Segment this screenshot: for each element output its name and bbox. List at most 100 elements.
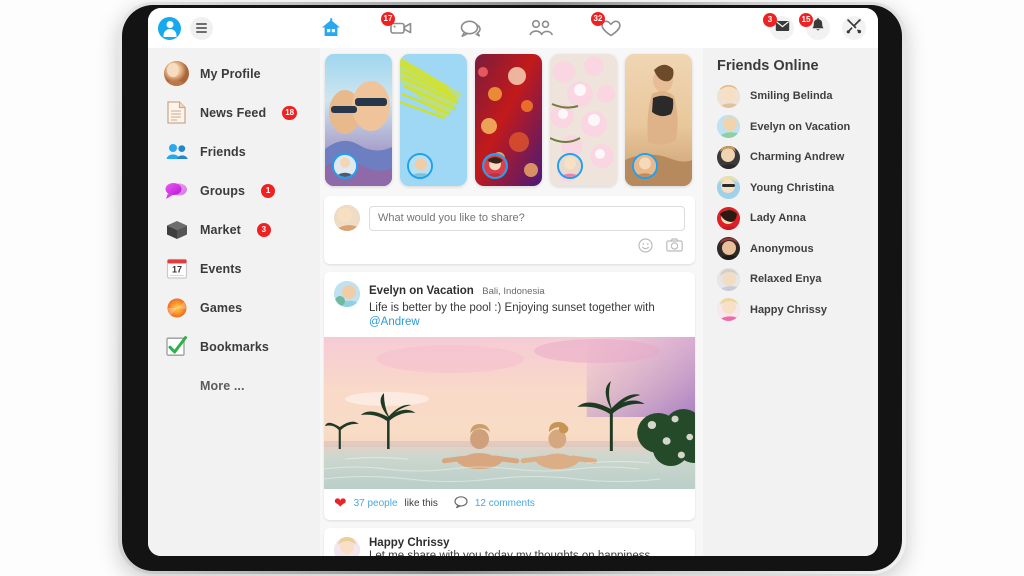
checkmark-icon (164, 334, 189, 359)
comment-bubble-icon[interactable] (454, 495, 468, 513)
mail-button[interactable]: 3 (763, 13, 794, 40)
post-body-text: Life is better by the pool :) Enjoying s… (369, 302, 655, 314)
avatar (717, 176, 740, 200)
post-author-avatar[interactable] (334, 281, 360, 307)
sidebar-label: Friends (200, 144, 246, 159)
story-card[interactable] (550, 54, 617, 186)
friend-name: Evelyn on Vacation (750, 120, 851, 133)
story-card[interactable] (400, 54, 467, 186)
sidebar-item-games[interactable]: Games (148, 288, 320, 327)
story-card[interactable] (325, 54, 392, 186)
friend-name: Anonymous (750, 242, 814, 255)
sidebar-item-events[interactable]: 17 Events (148, 249, 320, 288)
user-avatar-icon[interactable] (158, 16, 181, 40)
sidebar-label: Games (200, 300, 243, 315)
sidebar-item-more[interactable]: More ... (148, 366, 320, 405)
pinwheel-icon (164, 295, 189, 320)
share-input[interactable] (369, 205, 685, 231)
sidebar-item-my-profile[interactable]: My Profile (148, 54, 320, 93)
friend-list-item[interactable]: Anonymous (717, 234, 870, 265)
friend-list-item[interactable]: Young Christina (717, 173, 870, 204)
sidebar-item-bookmarks[interactable]: Bookmarks (148, 327, 320, 366)
friend-name: Happy Chrissy (750, 303, 828, 316)
topbar-action-icons: 3 15 (763, 13, 870, 40)
notifications-button[interactable]: 15 (799, 13, 830, 40)
sidebar-label: Market (200, 222, 241, 237)
friend-list-item[interactable]: Relaxed Enya (717, 264, 870, 295)
sidebar-item-market[interactable]: Market 3 (148, 210, 320, 249)
sidebar-badge: 3 (256, 222, 271, 237)
post-location: Bali, Indonesia (482, 286, 545, 297)
sidebar-badge: 1 (261, 183, 276, 198)
avatar (717, 267, 740, 291)
friend-list-item[interactable]: Lady Anna (717, 203, 870, 234)
likes-count[interactable]: 37 people (354, 498, 398, 509)
calendar-day-text: 17 (171, 265, 181, 275)
post-author-avatar[interactable] (334, 536, 360, 556)
sidebar-item-friends[interactable]: Friends (148, 132, 320, 171)
post-author-name: Evelyn on Vacation (369, 285, 474, 297)
story-avatar (482, 153, 508, 179)
feed-post: Evelyn on Vacation Bali, Indonesia Life … (324, 272, 695, 520)
post-author-name: Happy Chrissy (369, 536, 450, 549)
top-navigation-bar: 17 32 3 15 (148, 8, 878, 48)
post-image[interactable] (324, 336, 695, 489)
nav-video-badge: 17 (381, 12, 395, 26)
friend-list-item[interactable]: Smiling Belinda (717, 81, 870, 112)
avatar (717, 84, 740, 108)
post-mention[interactable]: @Andrew (369, 316, 420, 328)
friend-name: Smiling Belinda (750, 90, 833, 103)
story-avatar (332, 153, 358, 179)
topbar-nav-icons: 17 32 (318, 8, 624, 48)
avatar (717, 115, 740, 139)
chat-bubbles-icon (459, 19, 483, 38)
friend-name: Young Christina (750, 181, 835, 194)
calendar-icon: 17 (164, 256, 189, 281)
sidebar-item-groups[interactable]: Groups 1 (148, 171, 320, 210)
avatar (717, 145, 740, 169)
spacer-icon (164, 373, 189, 398)
document-icon (164, 100, 189, 125)
composer-avatar (334, 205, 360, 231)
sidebar-label: News Feed (200, 105, 267, 120)
camera-icon[interactable] (666, 238, 683, 258)
hamburger-menu-icon[interactable] (190, 16, 213, 40)
heart-icon[interactable]: ❤ (334, 496, 347, 511)
friend-list-item[interactable]: Happy Chrissy (717, 295, 870, 326)
sunset-infinity-pool-photo (324, 336, 695, 489)
nav-video-button[interactable]: 17 (381, 12, 414, 41)
nav-messages-button[interactable] (458, 15, 484, 41)
sidebar-label: More ... (200, 378, 245, 393)
friend-name: Lady Anna (750, 212, 806, 225)
nav-likes-button[interactable]: 32 (591, 12, 624, 41)
people-icon (164, 139, 189, 164)
left-sidebar: My Profile News Feed 18 Friends Groups 1… (148, 48, 320, 556)
comments-count[interactable]: 12 comments (475, 498, 535, 509)
nav-home-button[interactable] (318, 15, 344, 41)
avatar (717, 298, 740, 322)
post-header: Evelyn on Vacation Bali, Indonesia Life … (324, 272, 695, 337)
feed-post: Happy Chrissy Let me share with you toda… (324, 527, 695, 556)
post-composer (324, 196, 695, 264)
post-footer: ❤ 37 people like this 12 comments (324, 489, 695, 520)
notifications-badge: 15 (799, 13, 813, 27)
tablet-screen: 17 32 3 15 My Profile News Feed 18 Frien… (148, 8, 878, 556)
settings-button[interactable] (842, 16, 866, 40)
friend-list-item[interactable]: Evelyn on Vacation (717, 112, 870, 143)
smiley-icon[interactable] (638, 238, 653, 258)
story-card[interactable] (625, 54, 692, 186)
post-line: Let me share with you today my thoughts … (369, 549, 654, 556)
sidebar-label: Events (200, 261, 242, 276)
sidebar-item-news-feed[interactable]: News Feed 18 (148, 93, 320, 132)
story-card[interactable] (475, 54, 542, 186)
stories-row (324, 54, 695, 186)
post-text: Life is better by the pool :) Enjoying s… (369, 301, 685, 330)
home-icon (320, 18, 342, 38)
sidebar-label: Bookmarks (200, 339, 269, 354)
nav-friends-button[interactable] (528, 15, 554, 41)
screen-body: My Profile News Feed 18 Friends Groups 1… (148, 48, 878, 556)
composer-actions (334, 238, 685, 258)
friend-list-item[interactable]: Charming Andrew (717, 142, 870, 173)
post-body: Happy Chrissy Let me share with you toda… (324, 528, 695, 556)
likes-suffix: like this (404, 498, 438, 510)
